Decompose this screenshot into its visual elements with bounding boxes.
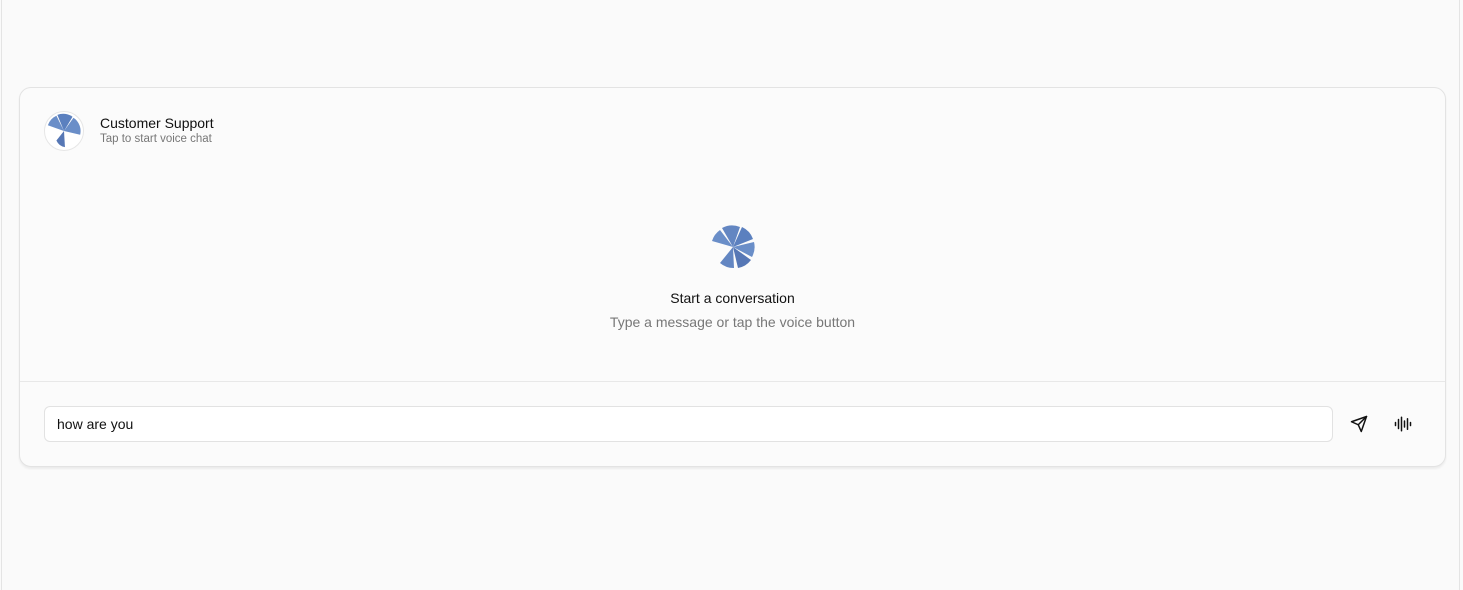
- orb-logo-icon: [47, 113, 81, 148]
- empty-state: Start a conversation Type a message or t…: [20, 224, 1445, 330]
- empty-state-title: Start a conversation: [670, 290, 795, 306]
- page: Customer Support Tap to start voice chat…: [1, 0, 1460, 590]
- orb-logo-icon: [711, 225, 755, 269]
- voice-waveform-icon: [1394, 416, 1412, 432]
- voice-button[interactable]: [1387, 408, 1419, 440]
- chat-header: Customer Support Tap to start voice chat: [44, 111, 214, 151]
- send-button[interactable]: [1343, 408, 1375, 440]
- send-icon: [1350, 415, 1368, 433]
- avatar: [44, 111, 84, 151]
- header-title: Customer Support: [100, 115, 214, 131]
- header-subtitle: Tap to start voice chat: [100, 133, 212, 145]
- chat-widget: Customer Support Tap to start voice chat…: [19, 87, 1446, 467]
- divider: [20, 381, 1445, 382]
- empty-state-subtitle: Type a message or tap the voice button: [609, 314, 856, 330]
- header-text: Customer Support Tap to start voice chat: [100, 115, 214, 147]
- message-input[interactable]: [44, 406, 1333, 442]
